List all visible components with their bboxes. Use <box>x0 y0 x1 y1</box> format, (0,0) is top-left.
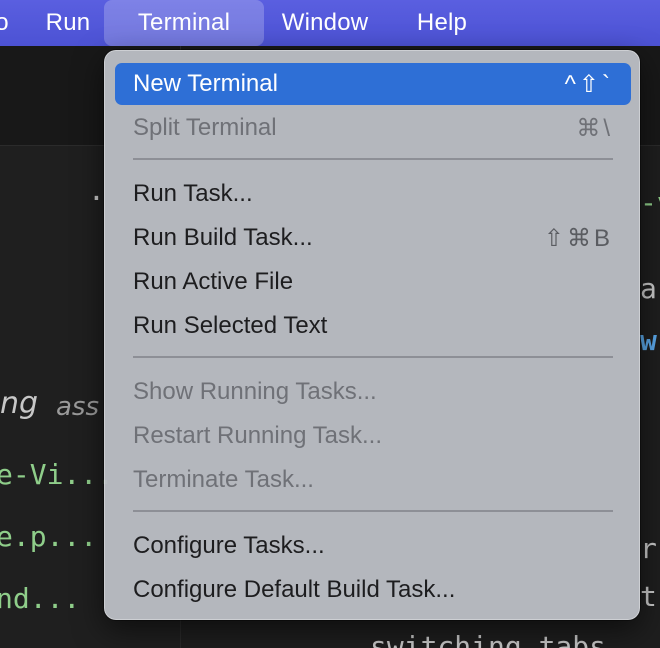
code-fragment: r <box>640 532 657 565</box>
menubar-item-help[interactable]: Help <box>404 0 480 46</box>
menu-item-restart-running-task[interactable]: Restart Running Task... <box>115 415 631 457</box>
menu-item-label: Run Task... <box>133 180 253 207</box>
menubar-item-terminal[interactable]: Terminal <box>104 0 264 46</box>
menu-item-label: Run Active File <box>133 268 294 295</box>
code-fragment: e.p... <box>0 520 98 553</box>
menu-item-run-active-file[interactable]: Run Active File <box>115 261 631 303</box>
menu-separator <box>133 356 613 358</box>
menu-item-configure-tasks[interactable]: Configure Tasks... <box>115 525 631 567</box>
menu-item-terminate-task[interactable]: Terminate Task... <box>115 459 631 501</box>
menu-item-run-selected-text[interactable]: Run Selected Text <box>115 305 631 347</box>
menu-item-label: Run Selected Text <box>133 312 328 339</box>
code-fragment: a <box>640 272 657 305</box>
menu-item-show-running-tasks[interactable]: Show Running Tasks... <box>115 371 631 413</box>
menu-item-configure-default-build-task[interactable]: Configure Default Build Task... <box>115 569 631 611</box>
menu-item-shortcut: ⌘\ <box>576 114 613 142</box>
code-fragment: e-Vi... <box>0 458 115 491</box>
menu-bar: o Run Terminal Window Help <box>0 0 660 46</box>
menubar-item-run[interactable]: Run <box>36 0 100 46</box>
menu-item-label: Restart Running Task... <box>133 422 383 449</box>
menu-item-run-task[interactable]: Run Task... <box>115 173 631 215</box>
code-fragment: t <box>640 580 657 613</box>
menu-item-label: Show Running Tasks... <box>133 378 377 405</box>
menu-separator <box>133 510 613 512</box>
menu-item-shortcut: ^⇧` <box>564 70 613 98</box>
menu-item-label: New Terminal <box>133 70 278 97</box>
menubar-item-window[interactable]: Window <box>268 0 382 46</box>
code-fragment: switching tabs <box>370 630 607 648</box>
code-fragment: -v <box>640 186 660 219</box>
menu-item-new-terminal[interactable]: New Terminal ^⇧` <box>115 63 631 105</box>
menubar-item-truncated[interactable]: o <box>0 0 12 46</box>
menu-separator <box>133 158 613 160</box>
menu-item-shortcut: ⇧⌘B <box>543 224 613 252</box>
code-fragment: . <box>88 174 105 207</box>
menu-item-label: Run Build Task... <box>133 224 313 251</box>
menu-item-label: Split Terminal <box>133 114 277 141</box>
menu-item-run-build-task[interactable]: Run Build Task... ⇧⌘B <box>115 217 631 259</box>
code-fragment: w <box>640 324 657 357</box>
terminal-menu: New Terminal ^⇧` Split Terminal ⌘\ Run T… <box>104 50 640 620</box>
menu-item-label: Configure Tasks... <box>133 532 325 559</box>
menu-item-label: Terminate Task... <box>133 466 314 493</box>
code-fragment: ass <box>56 392 100 422</box>
code-fragment: ng <box>0 386 39 421</box>
menu-item-label: Configure Default Build Task... <box>133 576 456 603</box>
code-fragment: nd... <box>0 582 81 615</box>
menu-item-split-terminal[interactable]: Split Terminal ⌘\ <box>115 107 631 149</box>
